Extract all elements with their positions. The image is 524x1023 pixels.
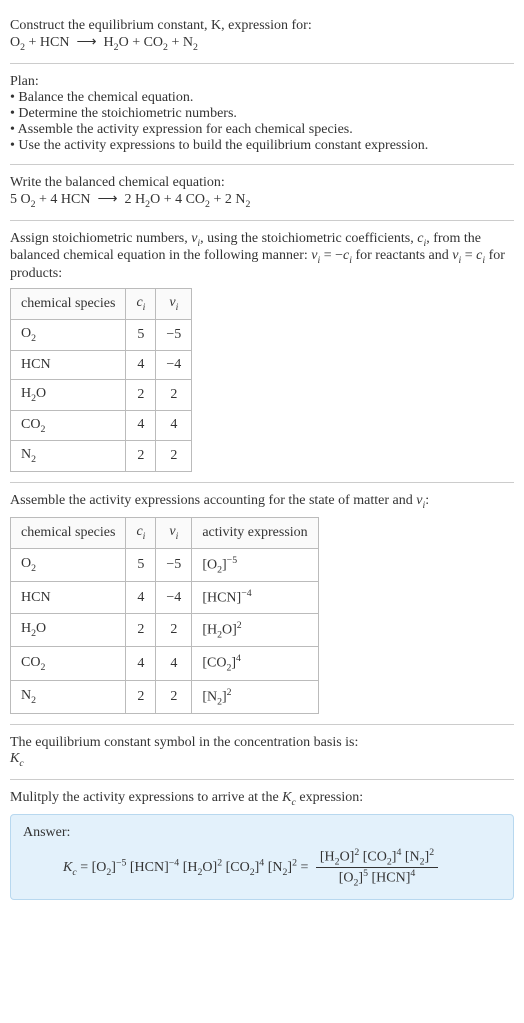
table-row: O2 5 −5 [O2]−5 (11, 548, 319, 581)
cell-activity: [HCN]−4 (192, 582, 318, 614)
col-vi: νi (156, 289, 192, 320)
table-row: HCN 4 −4 [HCN]−4 (11, 582, 319, 614)
answer-box: Answer: Kc = [O2]−5 [HCN]−4 [H2O]2 [CO2]… (10, 814, 514, 900)
cell-ci: 5 (126, 319, 156, 350)
cell-vi: 2 (156, 613, 192, 646)
table-header-row: chemical species ci νi activity expressi… (11, 517, 319, 548)
cell-ci: 4 (126, 350, 156, 379)
cell-vi: −5 (156, 548, 192, 581)
kc-expression: Kc = [O2]−5 [HCN]−4 [H2O]2 [CO2]4 [N2]2 … (23, 847, 501, 889)
table-row: O2 5 −5 (11, 319, 192, 350)
answer-label: Answer: (23, 825, 501, 847)
cell-vi: 2 (156, 379, 192, 410)
cell-vi: 4 (156, 410, 192, 441)
plan-title: Plan: (10, 74, 514, 90)
cell-species: O2 (11, 548, 126, 581)
cell-species: H2O (11, 613, 126, 646)
plan-item: • Determine the stoichiometric numbers. (10, 106, 514, 122)
balanced-title: Write the balanced chemical equation: (10, 175, 514, 191)
cell-species: N2 (11, 441, 126, 472)
cell-vi: 2 (156, 680, 192, 713)
stoichiometry-table: chemical species ci νi O2 5 −5 HCN 4 −4 … (10, 288, 192, 472)
table-header-row: chemical species ci νi (11, 289, 192, 320)
plan-section: Plan: • Balance the chemical equation. •… (10, 64, 514, 165)
activity-section: Assemble the activity expressions accoun… (10, 483, 514, 725)
kc-expression-lhs: Kc = [O2]−5 [HCN]−4 [H2O]2 [CO2]4 [N2]2 … (63, 860, 312, 875)
activity-table: chemical species ci νi activity expressi… (10, 517, 319, 714)
cell-ci: 2 (126, 441, 156, 472)
stoichiometry-section: Assign stoichiometric numbers, νi, using… (10, 221, 514, 484)
stoichiometry-intro: Assign stoichiometric numbers, νi, using… (10, 231, 514, 283)
kc-fraction: [H2O]2 [CO2]4 [N2]2 [O2]5 [HCN]4 (316, 847, 438, 889)
cell-species: CO2 (11, 410, 126, 441)
plan-item-text: Assemble the activity expression for eac… (18, 122, 353, 137)
cell-species: N2 (11, 680, 126, 713)
cell-species: HCN (11, 350, 126, 379)
cell-activity: [O2]−5 (192, 548, 318, 581)
activity-intro: Assemble the activity expressions accoun… (10, 493, 514, 511)
plan-item-text: Balance the chemical equation. (18, 90, 193, 105)
cell-species: H2O (11, 379, 126, 410)
cell-activity: [CO2]4 (192, 647, 318, 680)
cell-ci: 5 (126, 548, 156, 581)
table-row: HCN 4 −4 (11, 350, 192, 379)
cell-activity: [N2]2 (192, 680, 318, 713)
cell-vi: −4 (156, 350, 192, 379)
kc-denominator: [O2]5 [HCN]4 (316, 868, 438, 888)
plan-item: • Use the activity expressions to build … (10, 138, 514, 154)
cell-activity: [H2O]2 (192, 613, 318, 646)
col-species: chemical species (11, 289, 126, 320)
plan-item-text: Determine the stoichiometric numbers. (18, 106, 237, 121)
kc-symbol-intro: The equilibrium constant symbol in the c… (10, 735, 514, 751)
cell-ci: 4 (126, 647, 156, 680)
col-ci: ci (126, 517, 156, 548)
final-intro: Mulitply the activity expressions to arr… (10, 790, 514, 808)
col-ci: ci (126, 289, 156, 320)
plan-item-text: Use the activity expressions to build th… (18, 138, 428, 153)
cell-species: CO2 (11, 647, 126, 680)
kc-numerator: [H2O]2 [CO2]4 [N2]2 (316, 847, 438, 868)
col-activity: activity expression (192, 517, 318, 548)
kc-symbol: Kc (10, 751, 514, 769)
cell-ci: 4 (126, 410, 156, 441)
table-row: CO2 4 4 [CO2]4 (11, 647, 319, 680)
cell-vi: 2 (156, 441, 192, 472)
table-row: H2O 2 2 (11, 379, 192, 410)
table-row: H2O 2 2 [H2O]2 (11, 613, 319, 646)
col-species: chemical species (11, 517, 126, 548)
cell-vi: −5 (156, 319, 192, 350)
final-section: Mulitply the activity expressions to arr… (10, 780, 514, 910)
cell-ci: 2 (126, 379, 156, 410)
prompt-line: Construct the equilibrium constant, K, e… (10, 18, 514, 34)
balanced-section: Write the balanced chemical equation: 5 … (10, 165, 514, 221)
table-row: N2 2 2 [N2]2 (11, 680, 319, 713)
cell-species: O2 (11, 319, 126, 350)
cell-vi: −4 (156, 582, 192, 614)
unbalanced-equation: O2 + HCN ⟶ H2O + CO2 + N2 (10, 34, 514, 53)
cell-ci: 4 (126, 582, 156, 614)
table-row: CO2 4 4 (11, 410, 192, 441)
table-row: N2 2 2 (11, 441, 192, 472)
plan-item: • Balance the chemical equation. (10, 90, 514, 106)
plan-item: • Assemble the activity expression for e… (10, 122, 514, 138)
cell-ci: 2 (126, 680, 156, 713)
balanced-equation: 5 O2 + 4 HCN ⟶ 2 H2O + 4 CO2 + 2 N2 (10, 191, 514, 210)
cell-species: HCN (11, 582, 126, 614)
prompt-section: Construct the equilibrium constant, K, e… (10, 8, 514, 64)
col-vi: νi (156, 517, 192, 548)
kc-symbol-section: The equilibrium constant symbol in the c… (10, 725, 514, 780)
cell-vi: 4 (156, 647, 192, 680)
cell-ci: 2 (126, 613, 156, 646)
